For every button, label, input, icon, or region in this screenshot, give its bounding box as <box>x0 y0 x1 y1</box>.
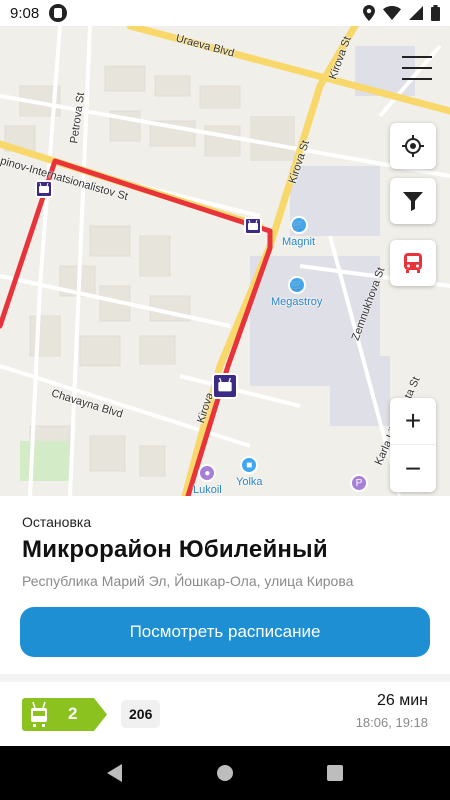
map-canvas <box>0 26 450 496</box>
selected-stop-marker[interactable] <box>212 373 238 399</box>
signal-icon <box>409 6 423 20</box>
route-badge-shape <box>22 698 107 731</box>
crosshair-icon <box>402 135 424 157</box>
notification-icon <box>49 4 68 22</box>
poi-label: Yolka <box>236 476 263 488</box>
wifi-icon <box>383 6 401 20</box>
stop-info-sheet: Остановка Микрорайон Юбилейный Республик… <box>0 496 450 746</box>
poi-yolka[interactable]: ■ Yolka <box>236 456 263 488</box>
minus-icon: − <box>404 452 422 484</box>
zoom-out-button[interactable]: − <box>390 445 436 492</box>
trolleybus-icon <box>248 220 258 230</box>
locate-me-button[interactable] <box>390 123 436 169</box>
route-times: 18:06, 19:18 <box>355 715 428 730</box>
filter-icon <box>403 192 423 211</box>
status-bar: 9:08 <box>0 0 450 26</box>
poi-label: Megastroy <box>271 296 323 308</box>
status-time: 9:08 <box>10 4 40 22</box>
map-view[interactable]: Uraeva Blvd Kirova St Petrova St pinov-I… <box>0 26 450 496</box>
battery-icon <box>431 5 440 21</box>
poi-parking[interactable]: P <box>350 474 368 492</box>
recents-icon <box>327 765 343 781</box>
fuel-icon: ● <box>198 464 217 482</box>
location-icon <box>363 5 375 21</box>
trolleybus-icon <box>218 378 232 392</box>
poi-label: Lukoil <box>193 484 222 496</box>
system-nav-bar <box>0 746 450 800</box>
cart-icon: 🛒 <box>287 276 306 294</box>
bus-icon <box>404 253 422 273</box>
route-row[interactable]: 2 206 26 мин 18:06, 19:18 <box>0 682 450 746</box>
back-icon <box>107 764 122 782</box>
back-button[interactable] <box>95 753 135 793</box>
transport-type-button[interactable] <box>390 240 436 286</box>
route-number: 2 <box>68 704 78 723</box>
plus-icon: + <box>404 405 422 436</box>
parking-icon: P <box>350 474 368 492</box>
cart-icon: 🛒 <box>289 216 308 234</box>
recents-button[interactable] <box>315 753 355 793</box>
divider <box>0 674 450 682</box>
trolleybus-stop-marker[interactable] <box>35 180 53 198</box>
trolleybus-icon <box>39 183 49 193</box>
filter-button[interactable] <box>390 178 436 224</box>
status-icons <box>363 5 440 21</box>
zoom-in-button[interactable]: + <box>390 398 436 445</box>
stop-name: Микрорайон Юбилейный <box>22 536 328 563</box>
route-badge: 2 <box>22 698 107 731</box>
menu-icon <box>402 56 432 58</box>
home-button[interactable] <box>205 753 245 793</box>
vehicle-number: 206 <box>121 700 161 728</box>
stop-address: Республика Марий Эл, Йошкар-Ола, улица К… <box>22 573 354 589</box>
zoom-controls: + − <box>390 398 436 492</box>
poi-magnit[interactable]: 🛒 Magnit <box>282 216 315 248</box>
poi-lukoil[interactable]: ● Lukoil <box>193 464 222 496</box>
poi-megastroy[interactable]: 🛒 Megastroy <box>271 276 322 308</box>
view-schedule-button[interactable]: Посмотреть расписание <box>20 607 430 657</box>
poi-label: Magnit <box>282 236 316 248</box>
shopping-bag-icon: ■ <box>240 456 259 474</box>
trolleybus-stop-marker[interactable] <box>244 217 262 235</box>
home-icon <box>217 765 233 781</box>
route-eta: 26 мин <box>376 692 428 709</box>
menu-button[interactable] <box>402 56 432 80</box>
stop-kind-label: Остановка <box>22 514 92 530</box>
